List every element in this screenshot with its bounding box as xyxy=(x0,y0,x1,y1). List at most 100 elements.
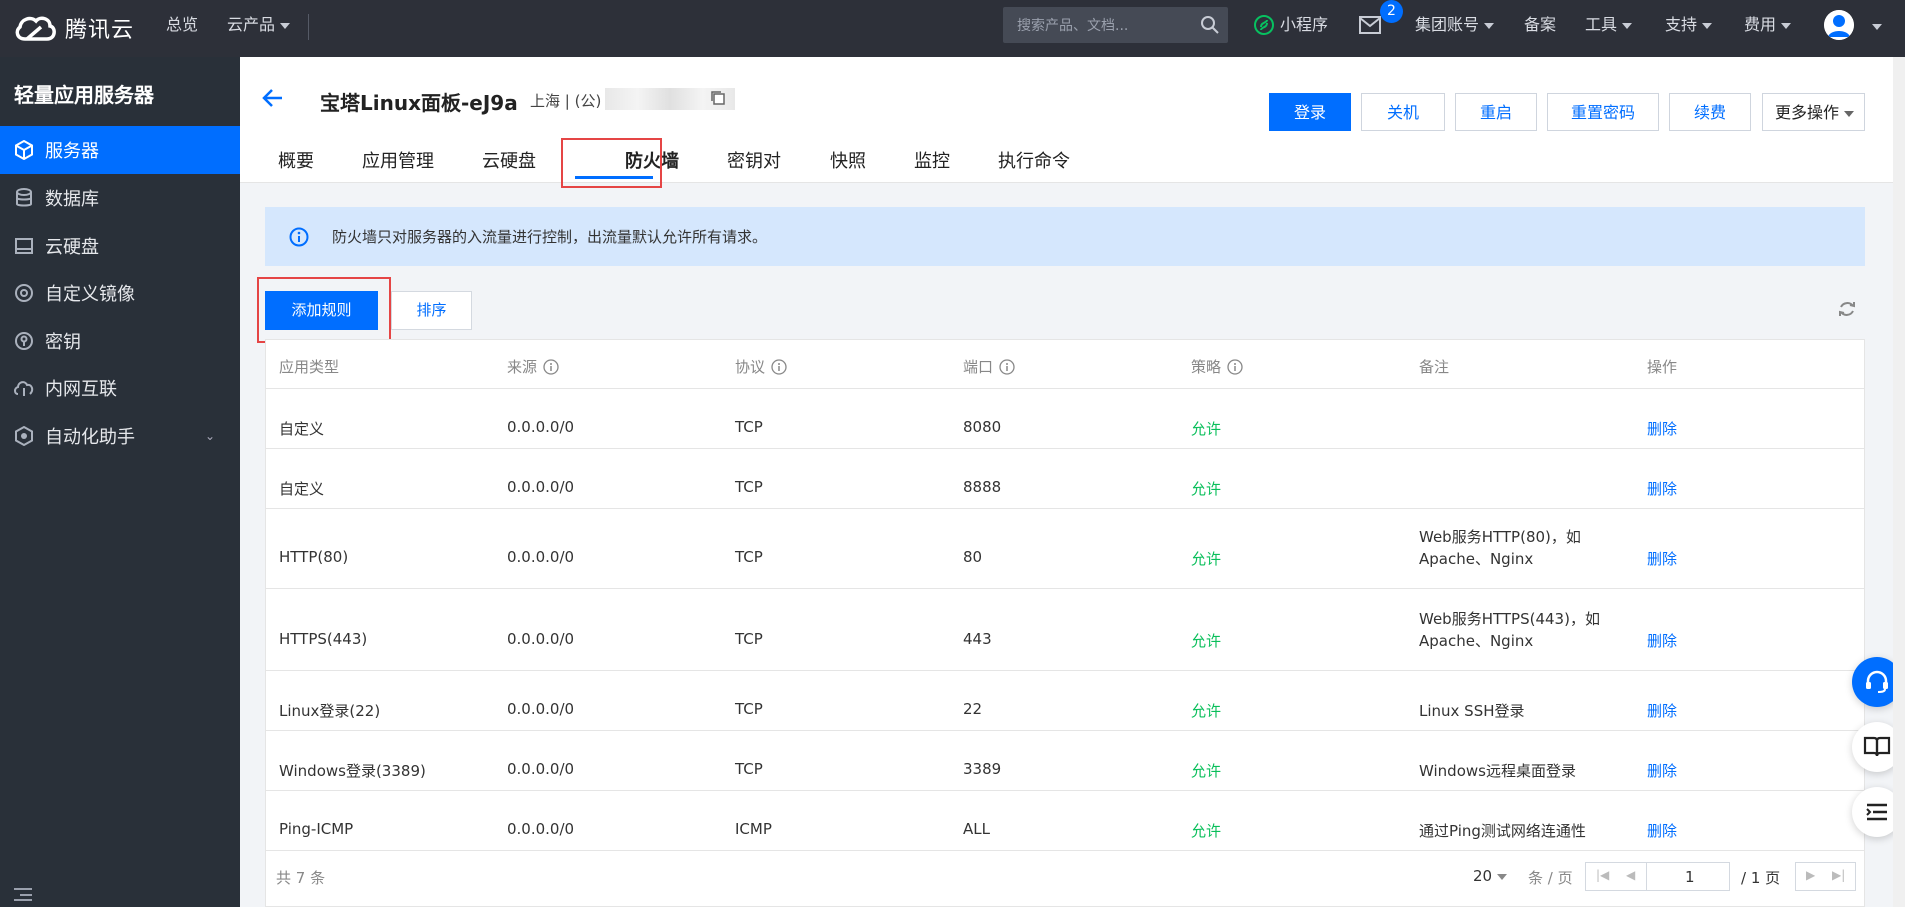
back-arrow-icon[interactable] xyxy=(262,88,284,108)
cell-protocol: TCP xyxy=(735,418,763,436)
refresh-icon[interactable] xyxy=(1837,299,1857,319)
tab-key-pair[interactable]: 密钥对 xyxy=(727,147,781,173)
column-header-label: 操作 xyxy=(1647,358,1678,376)
cell-type: Ping-ICMP xyxy=(279,820,354,838)
delete-link[interactable]: 删除 xyxy=(1647,700,1677,721)
search-input[interactable] xyxy=(1015,7,1189,45)
nav-products[interactable]: 云产品 xyxy=(227,0,291,57)
sidebar-item-custom-image[interactable]: 自定义镜像 xyxy=(0,269,240,317)
more-actions-label: 更多操作 xyxy=(1775,103,1840,122)
info-circle-icon[interactable] xyxy=(771,358,787,375)
delete-link[interactable]: 删除 xyxy=(1647,760,1677,781)
delete-link[interactable]: 删除 xyxy=(1647,548,1677,569)
nav-fees-label: 费用 xyxy=(1744,15,1777,34)
sidebar-item-database[interactable]: 数据库 xyxy=(0,174,240,222)
cell-source: 0.0.0.0/0 xyxy=(507,418,575,436)
sidebar-item-server[interactable]: 服务器 xyxy=(0,126,240,174)
last-page-icon[interactable]: ▶| xyxy=(1832,868,1845,882)
cell-note: Web服务HTTPS(443)，如 Apache、Nginx xyxy=(1419,608,1600,652)
renew-button[interactable]: 续费 xyxy=(1669,93,1751,131)
tab-run-command[interactable]: 执行命令 xyxy=(998,147,1070,173)
cell-source: 0.0.0.0/0 xyxy=(507,820,575,838)
more-actions-dropdown[interactable]: 更多操作 xyxy=(1762,93,1865,131)
nav-support-label: 支持 xyxy=(1665,15,1698,34)
delete-link[interactable]: 删除 xyxy=(1647,630,1677,651)
chevron-down-icon xyxy=(1484,22,1495,29)
row-divider xyxy=(266,670,1864,671)
sidebar: 轻量应用服务器 服务器 数据库 云硬盘 自定义镜像 密钥 内网互联 自动化助手 … xyxy=(0,57,240,907)
delete-link[interactable]: 删除 xyxy=(1647,418,1677,439)
cell-note: Windows远程桌面登录 xyxy=(1419,762,1576,780)
page-number-input-box[interactable]: 1 xyxy=(1646,862,1730,891)
cell-type: HTTP(80) xyxy=(279,548,349,566)
nav-support[interactable]: 支持 xyxy=(1665,0,1713,57)
tab-monitor[interactable]: 监控 xyxy=(914,147,950,173)
user-avatar[interactable] xyxy=(1824,10,1854,40)
server-detail-header: 宝塔Linux面板-eJ9a 上海 | (公) 登录 关机 重启 重置密码 续费… xyxy=(240,57,1905,183)
tab-snapshot[interactable]: 快照 xyxy=(830,147,866,173)
page-size-select[interactable]: 20 xyxy=(1473,867,1508,885)
nav-record[interactable]: 备案 xyxy=(1524,0,1556,57)
cell-source: 0.0.0.0/0 xyxy=(507,548,575,566)
firewall-rules-table: 应用类型 来源 协议 端口 策略 备注 操作 自定义 0.0.0.0/0 TCP… xyxy=(265,339,1865,907)
tab-overview[interactable]: 概要 xyxy=(278,147,314,173)
cell-protocol: ICMP xyxy=(735,820,772,838)
cell-policy: 允许 xyxy=(1191,632,1222,650)
shutdown-button[interactable]: 关机 xyxy=(1361,93,1445,131)
chevron-down-icon xyxy=(1702,22,1713,29)
key-icon xyxy=(13,330,35,352)
collapse-sidebar-icon[interactable] xyxy=(14,887,34,901)
info-circle-icon[interactable] xyxy=(1227,358,1243,375)
page-scrollbar[interactable] xyxy=(1893,57,1905,907)
next-page-icon[interactable]: ▶ xyxy=(1806,868,1815,882)
cell-note: 通过Ping测试网络连通性 xyxy=(1419,822,1586,840)
sidebar-item-automation[interactable]: 自动化助手 ⌄ xyxy=(0,412,240,460)
mail-icon[interactable] xyxy=(1359,16,1381,34)
copy-icon[interactable] xyxy=(710,90,726,106)
nav-miniprogram[interactable]: 小程序 xyxy=(1254,0,1328,49)
chevron-down-icon xyxy=(1844,110,1855,117)
sidebar-item-label: 自动化助手 xyxy=(45,427,135,448)
nav-tools[interactable]: 工具 xyxy=(1585,0,1633,57)
cell-protocol: TCP xyxy=(735,548,763,566)
cell-policy: 允许 xyxy=(1191,480,1222,498)
cell-port: 3389 xyxy=(963,760,1002,778)
cell-type: HTTPS(443) xyxy=(279,630,368,648)
current-page-input[interactable]: 1 xyxy=(1685,868,1695,886)
row-divider xyxy=(266,508,1864,509)
cell-policy: 允许 xyxy=(1191,762,1222,780)
nav-overview[interactable]: 总览 xyxy=(166,0,198,57)
image-icon xyxy=(13,282,35,304)
search-icon[interactable] xyxy=(1200,15,1220,35)
nav-account[interactable]: 集团账号 xyxy=(1415,0,1495,57)
sort-button[interactable]: 排序 xyxy=(391,291,472,330)
cell-protocol: TCP xyxy=(735,700,763,718)
row-divider xyxy=(266,850,1864,851)
column-header-source: 来源 xyxy=(507,356,559,377)
tencent-cloud-logo[interactable]: 腾讯云 xyxy=(13,11,134,45)
sidebar-item-network[interactable]: 内网互联 xyxy=(0,364,240,412)
sidebar-item-disk[interactable]: 云硬盘 xyxy=(0,222,240,270)
nav-fees[interactable]: 费用 xyxy=(1744,0,1792,57)
login-button[interactable]: 登录 xyxy=(1269,93,1351,131)
chevron-down-icon[interactable] xyxy=(1872,24,1882,30)
delete-link[interactable]: 删除 xyxy=(1647,478,1677,499)
prev-page-icon[interactable]: ◀ xyxy=(1626,868,1635,882)
row-divider xyxy=(266,790,1864,791)
sidebar-item-key[interactable]: 密钥 xyxy=(0,317,240,365)
cube-icon xyxy=(13,139,35,161)
delete-link[interactable]: 删除 xyxy=(1647,820,1677,841)
search-box[interactable] xyxy=(1003,7,1228,45)
chevron-down-icon: ⌄ xyxy=(205,429,216,443)
tab-cloud-disk[interactable]: 云硬盘 xyxy=(482,147,536,173)
info-circle-icon[interactable] xyxy=(543,358,559,375)
pager-nav-next: ▶ ▶| xyxy=(1795,862,1856,891)
cell-port: ALL xyxy=(963,820,990,838)
chevron-down-icon xyxy=(1622,22,1633,29)
info-circle-icon[interactable] xyxy=(999,358,1015,375)
cell-type: Windows登录(3389) xyxy=(279,762,426,780)
tab-app-management[interactable]: 应用管理 xyxy=(362,147,434,173)
reset-password-button[interactable]: 重置密码 xyxy=(1547,93,1659,131)
restart-button[interactable]: 重启 xyxy=(1455,93,1537,131)
first-page-icon[interactable]: |◀ xyxy=(1596,868,1609,882)
